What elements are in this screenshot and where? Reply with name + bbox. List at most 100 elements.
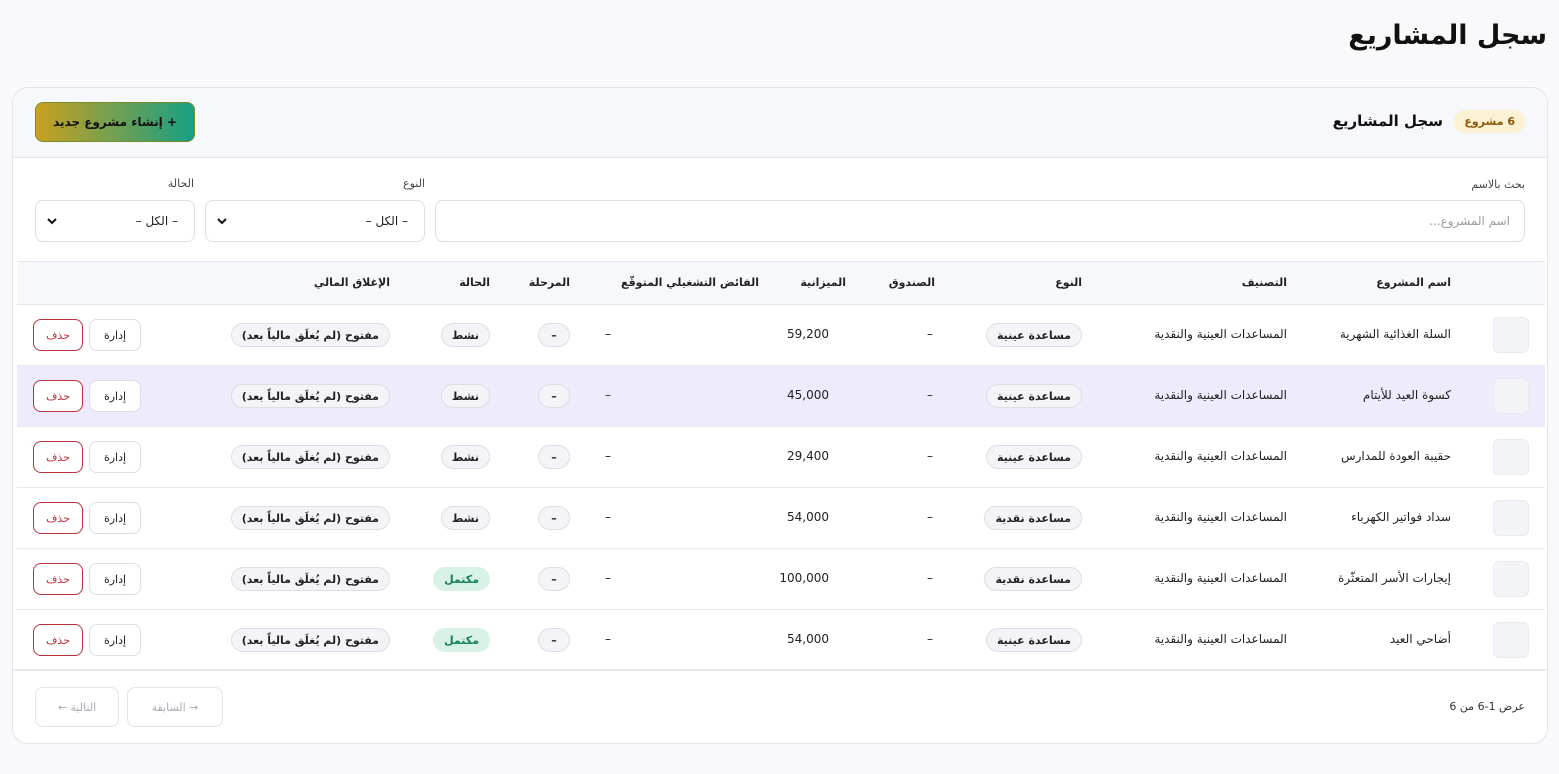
project-budget: 29,400 [787,449,829,463]
col-status: الحالة [459,276,490,289]
project-stage-badge: – [538,445,570,469]
project-category: المساعدات العينية والنقدية [1154,510,1287,524]
project-stage-badge: – [538,323,570,347]
project-type-badge: مساعدة عينية [986,628,1082,652]
project-stage-badge: – [538,506,570,530]
status-badge: نشط [440,445,490,469]
delete-button[interactable]: حذف [33,380,83,412]
project-name: السلة الغذائية الشهرية [1339,327,1451,341]
project-surplus: – [605,327,611,341]
project-category: المساعدات العينية والنقدية [1154,449,1287,463]
col-fund: الصندوق [888,276,935,289]
project-name: أضاحي العيد [1389,632,1451,646]
manage-button[interactable]: إدارة [89,624,141,656]
card-header: 6 مشروع سجل المشاريع + إنشاء مشروع جديد [13,88,1547,158]
type-filter-label: النوع [403,177,425,190]
project-surplus: – [605,510,611,524]
col-type: النوع [1055,276,1082,289]
status-filter-label: الحالة [167,177,194,190]
create-project-button[interactable]: + إنشاء مشروع جديد [35,102,195,142]
table-row[interactable]: إيجارات الأسر المتعثّرة المساعدات العينية… [17,549,1545,610]
project-budget: 45,000 [787,388,829,402]
manage-button[interactable]: إدارة [89,502,141,534]
project-type-badge: مساعدة نقدية [984,567,1082,591]
financial-closing-badge: مفتوح (لم يُغلَق مالياً بعد) [230,445,390,469]
status-badge: نشط [440,506,490,530]
manage-button[interactable]: إدارة [89,319,141,351]
chevron-down-icon [47,218,57,225]
next-page-button[interactable]: التالية ← [35,687,119,727]
status-badge: مكتمل [433,628,490,652]
search-label: بحث بالاسم [1471,178,1525,191]
status-badge: مكتمل [433,567,490,591]
col-name: اسم المشروع [1376,276,1451,289]
prev-page-button[interactable]: → السابقة [127,687,223,727]
col-surplus: الفائض التشغيلي المتوقّع [620,276,759,289]
delete-button[interactable]: حذف [33,441,83,473]
financial-closing-badge: مفتوح (لم يُغلَق مالياً بعد) [230,567,390,591]
project-stage-badge: – [538,567,570,591]
project-category: المساعدات العينية والنقدية [1154,571,1287,585]
delete-button[interactable]: حذف [33,624,83,656]
project-thumbnail [1493,500,1529,536]
project-surplus: – [605,632,611,646]
project-category: المساعدات العينية والنقدية [1154,327,1287,341]
project-category: المساعدات العينية والنقدية [1154,632,1287,646]
financial-closing-badge: مفتوح (لم يُغلَق مالياً بعد) [230,628,390,652]
project-type-badge: مساعدة عينية [986,445,1082,469]
type-filter-value: – الكل – [365,214,408,228]
project-stage-badge: – [538,384,570,408]
table-row[interactable]: سداد فواتير الكهرباء المساعدات العينية وا… [17,488,1545,549]
chevron-down-icon [217,218,227,225]
search-input[interactable] [435,200,1525,242]
manage-button[interactable]: إدارة [89,563,141,595]
project-thumbnail [1493,561,1529,597]
project-fund: – [927,449,933,463]
delete-button[interactable]: حذف [33,502,83,534]
table-row[interactable]: حقيبة العودة للمدارس المساعدات العينية وا… [17,427,1545,488]
financial-closing-badge: مفتوح (لم يُغلَق مالياً بعد) [230,323,390,347]
project-count-badge: 6 مشروع [1454,110,1525,133]
project-type-badge: مساعدة عينية [986,323,1082,347]
col-stage: المرحلة [528,276,570,289]
project-fund: – [927,571,933,585]
project-category: المساعدات العينية والنقدية [1154,388,1287,402]
type-filter-select[interactable]: – الكل – [205,200,425,242]
manage-button[interactable]: إدارة [89,441,141,473]
project-fund: – [927,632,933,646]
table-row[interactable]: أضاحي العيد المساعدات العينية والنقدية مسا… [17,610,1545,671]
status-filter-select[interactable]: – الكل – [35,200,195,242]
project-thumbnail [1493,378,1529,414]
page-title: سجل المشاريع [1348,20,1547,51]
project-name: كسوة العيد للأيتام [1362,388,1451,402]
project-budget: 100,000 [779,571,829,585]
project-type-badge: مساعدة عينية [986,384,1082,408]
delete-button[interactable]: حذف [33,563,83,595]
project-name: إيجارات الأسر المتعثّرة [1338,571,1451,585]
project-surplus: – [605,449,611,463]
project-type-badge: مساعدة نقدية [984,506,1082,530]
status-filter-value: – الكل – [135,214,178,228]
project-name: سداد فواتير الكهرباء [1351,510,1451,524]
status-badge: نشط [440,384,490,408]
project-budget: 54,000 [787,632,829,646]
project-fund: – [927,327,933,341]
card-title: سجل المشاريع [1332,112,1443,130]
projects-card: 6 مشروع سجل المشاريع + إنشاء مشروع جديد … [12,87,1548,744]
project-thumbnail [1493,622,1529,658]
financial-closing-badge: مفتوح (لم يُغلَق مالياً بعد) [230,506,390,530]
project-surplus: – [605,571,611,585]
project-budget: 54,000 [787,510,829,524]
project-fund: – [927,388,933,402]
table-row[interactable]: كسوة العيد للأيتام المساعدات العينية والن… [17,366,1545,427]
project-name: حقيبة العودة للمدارس [1340,449,1451,463]
financial-closing-badge: مفتوح (لم يُغلَق مالياً بعد) [230,384,390,408]
delete-button[interactable]: حذف [33,319,83,351]
pagination-summary: عرض 1-6 من 6 [1449,700,1525,713]
project-thumbnail [1493,439,1529,475]
project-surplus: – [605,388,611,402]
project-fund: – [927,510,933,524]
col-budget: الميزانية [800,276,846,289]
table-row[interactable]: السلة الغذائية الشهرية المساعدات العينية … [17,305,1545,366]
manage-button[interactable]: إدارة [89,380,141,412]
